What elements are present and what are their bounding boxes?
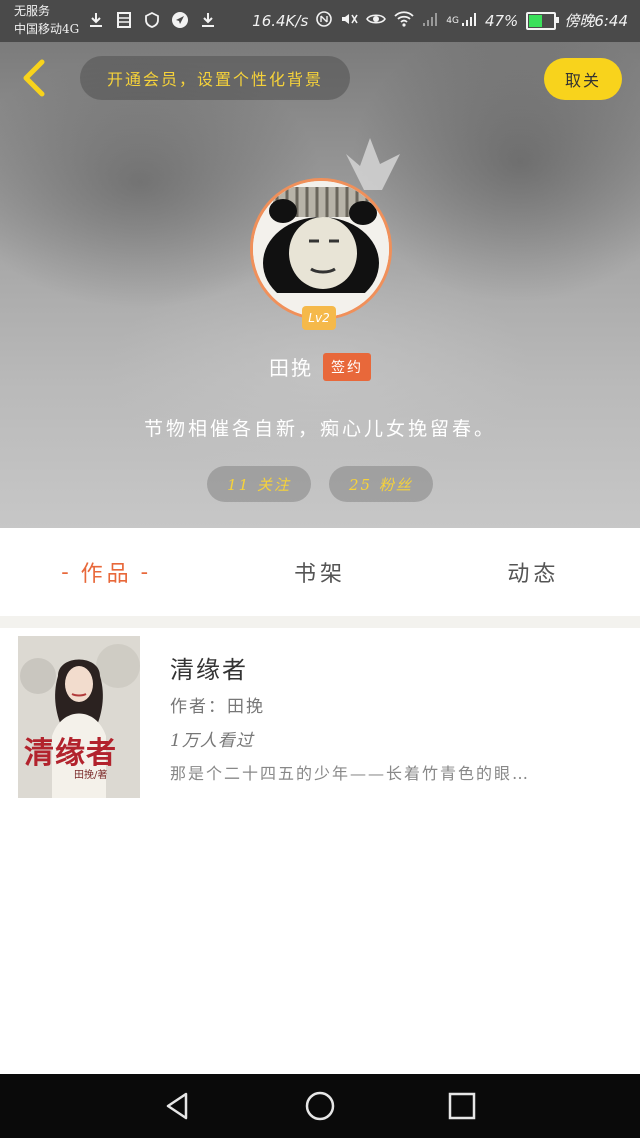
book-title: 清缘者 [170,656,248,684]
shield-icon [142,10,162,30]
username: 田挽 [269,356,313,380]
cover-author: 田挽/著 [74,770,108,781]
system-indicators: 16.4K/s 4G 47% 傍晚6:44 [252,10,628,31]
recents-square-icon[interactable] [444,1088,480,1124]
profile-header: 开通会员，设置个性化背景 取关 Lv2 田挽 签约 节物相催各自新，痴心儿女挽留… [0,42,640,528]
signal-icon [461,11,477,31]
home-circle-icon[interactable] [302,1088,338,1124]
book-view-count: 1万人看过 [170,731,254,751]
book-cover[interactable]: 清缘者 田挽/著 [18,636,140,798]
back-triangle-icon[interactable] [160,1088,196,1124]
followers-count-button[interactable]: 25 粉丝 [329,466,433,502]
signed-badge: 签约 [323,352,371,381]
tab-active-indicator: - [140,559,153,585]
carrier-name: 中国移动4G [14,22,80,36]
location-icon [170,10,190,30]
book-description: 那是个二十四五的少年——长着竹青色的眼… [170,764,531,783]
nfc-icon [316,10,333,31]
signal-icon [422,11,438,31]
download-icon [86,10,106,30]
download-icon [198,10,218,30]
name-row: 田挽 签约 [0,352,640,381]
avatar[interactable] [250,178,392,320]
chevron-left-icon [23,59,45,97]
mute-icon [340,11,358,31]
clock: 傍晚6:44 [564,12,628,30]
battery-icon [526,11,560,30]
level-badge: Lv2 [302,306,336,330]
wifi-icon [394,10,414,31]
vip-background-banner[interactable]: 开通会员，设置个性化背景 [80,56,350,100]
follow-stats: 11 关注 25 粉丝 [0,466,640,502]
status-bar: 无服务 中国移动4G 16.4K/s 4G 47% 傍晚6:44 [0,0,640,42]
navigation-bar [0,1074,640,1138]
tab-bookshelf[interactable]: 书架 [213,528,426,616]
book-list-item[interactable]: 清缘者 田挽/著 清缘者 作者：田挽 1万人看过 那是个二十四五的少年——长着竹… [8,628,632,806]
tab-label: 作品 [80,562,133,587]
tab-active-indicator: - [61,559,73,585]
panda-avatar-icon [253,181,389,317]
battery-level [529,14,542,27]
battery-percent: 47% [484,11,519,30]
divider [0,616,640,628]
network-speed: 16.4K/s [252,11,309,30]
book-author: 作者：田挽 [170,697,265,717]
storage-icon [114,10,134,30]
network-type: 4G [446,15,459,26]
unfollow-button[interactable]: 取关 [544,58,622,100]
tab-label: 书架 [293,562,346,587]
carrier-info: 无服务 中国移动4G [14,2,79,38]
tab-activity[interactable]: 动态 [427,528,640,616]
tab-works[interactable]: - 作品 - [0,528,213,616]
following-count-button[interactable]: 11 关注 [207,466,311,502]
notification-icons [86,10,218,30]
eye-icon [366,12,387,30]
service-status: 无服务 [14,4,51,18]
profile-tabs: - 作品 - 书架 动态 [0,528,640,616]
back-button[interactable] [14,56,54,100]
tab-label: 动态 [507,562,560,587]
user-signature: 节物相催各自新，痴心儿女挽留春。 [143,418,496,440]
